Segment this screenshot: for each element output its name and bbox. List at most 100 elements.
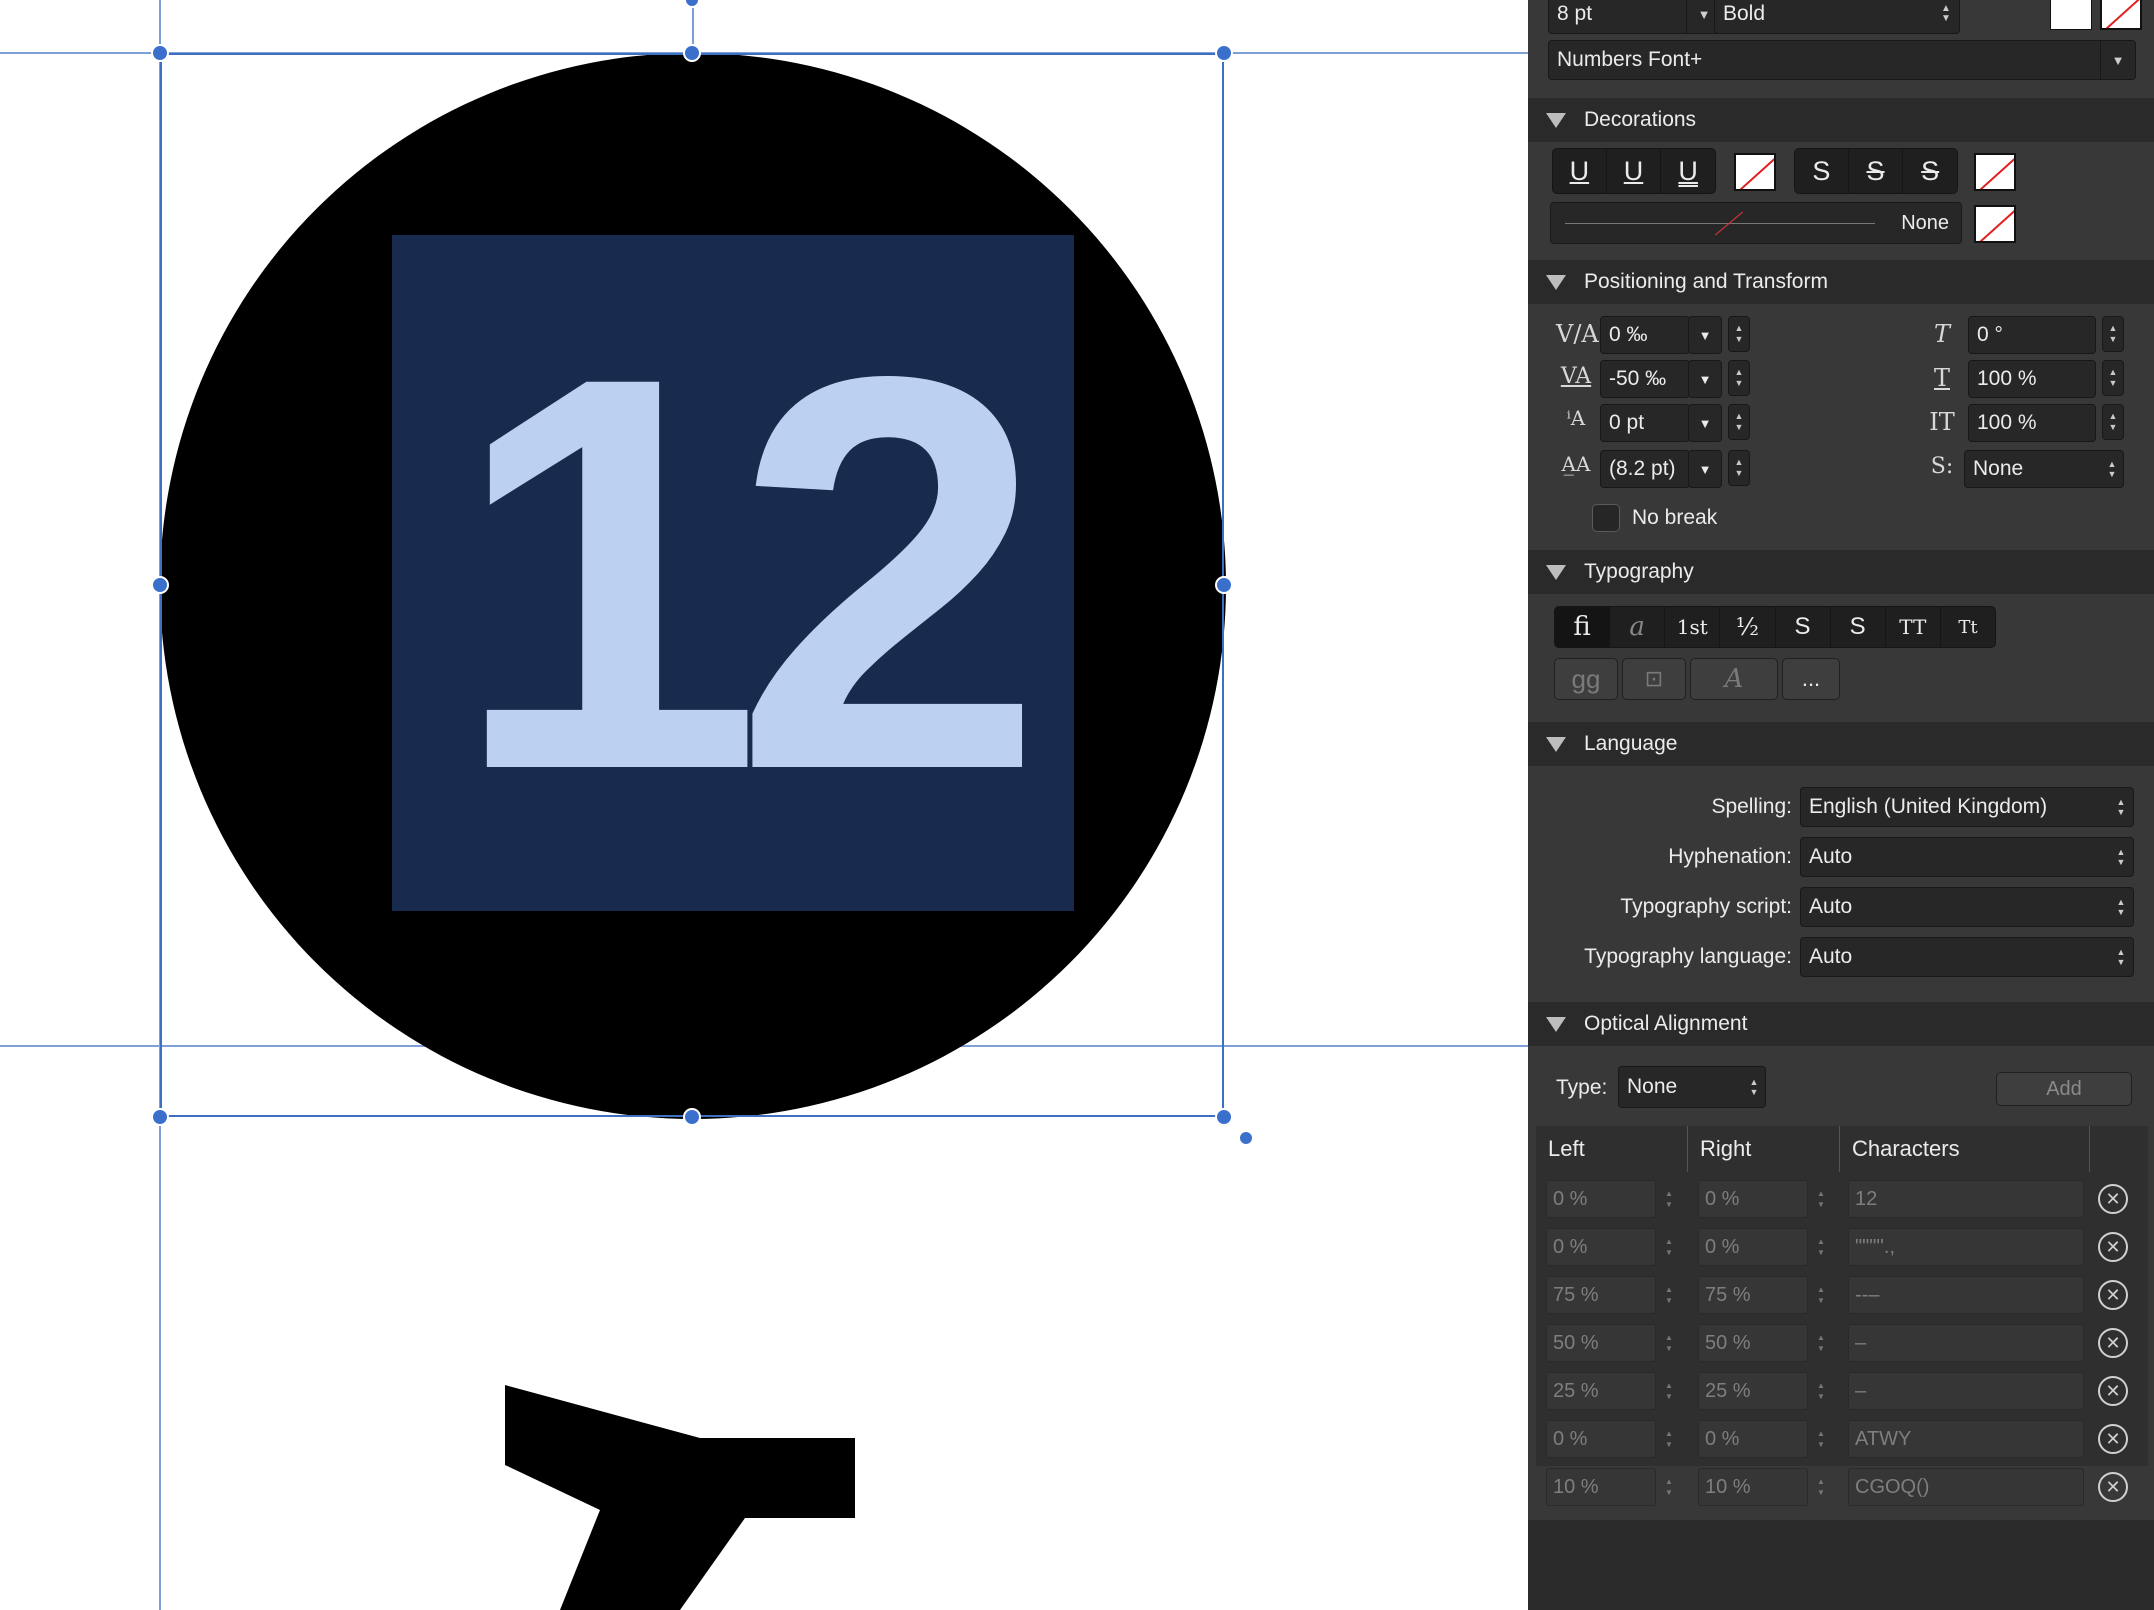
strike-single-button[interactable]: S [1849,149,1904,193]
typography-script-select[interactable]: Auto ▲ ▼ [1800,887,2134,927]
optical-left-stepper[interactable]: ▲ ▼ [1660,1420,1678,1458]
alternates-button[interactable]: a [1610,607,1666,647]
kerning-stepper[interactable]: ▲ ▼ [1728,360,1750,396]
fractions-button[interactable]: ½ [1720,607,1776,647]
horizontal-scale-stepper[interactable]: ▲ ▼ [2102,404,2124,440]
design-canvas[interactable]: 12 [0,0,1528,1610]
resize-handle-bottom-right[interactable] [1215,1108,1233,1126]
leading-dropdown[interactable]: ▼ [1688,450,1722,488]
optical-left-field[interactable]: 50 % [1546,1324,1656,1362]
typography-section-header[interactable]: Typography [1528,550,2154,594]
leading-stepper[interactable]: ▲ ▼ [1728,450,1750,486]
font-weight-select[interactable]: Bold ▲ ▼ [1714,0,1960,34]
optical-left-field[interactable]: 0 % [1546,1180,1656,1218]
optical-left-field[interactable]: 75 % [1546,1276,1656,1314]
optical-left-stepper[interactable]: ▲ ▼ [1660,1276,1678,1314]
optical-right-field[interactable]: 0 % [1698,1180,1808,1218]
optical-right-field[interactable]: 25 % [1698,1372,1808,1410]
glyph-shape-partial[interactable] [490,1360,860,1610]
optical-left-field[interactable]: 0 % [1546,1228,1656,1266]
remove-row-icon[interactable]: ✕ [2098,1472,2128,1502]
resize-handle-left[interactable] [151,576,169,594]
kerning-field[interactable]: -50 ‰ [1600,360,1690,398]
vertical-scale-stepper[interactable]: ▲ ▼ [2102,360,2124,396]
no-break-checkbox[interactable] [1592,504,1620,532]
optical-left-stepper[interactable]: ▲ ▼ [1660,1228,1678,1266]
ligatures-button[interactable]: fi [1555,607,1611,647]
kerning-dropdown[interactable]: ▼ [1688,360,1722,398]
column-header-characters[interactable]: Characters [1840,1126,2090,1172]
column-header-right[interactable]: Right [1688,1126,1840,1172]
small-caps-button[interactable]: Tt [1941,607,1995,647]
spelling-select[interactable]: English (United Kingdom) ▲ ▼ [1800,787,2134,827]
remove-row-icon[interactable]: ✕ [2098,1376,2128,1406]
baseline-dropdown[interactable]: ▼ [1688,404,1722,442]
all-caps-button[interactable]: TT [1886,607,1941,647]
anchor-handle[interactable] [684,0,700,8]
rotation-handle[interactable] [1238,1130,1254,1146]
resize-handle-top-right[interactable] [1215,44,1233,62]
strike-color-swatch-none[interactable] [1974,153,2016,191]
tracking-stepper[interactable]: ▲ ▼ [1728,316,1750,352]
tracking-field[interactable]: 0 ‰ [1600,316,1690,354]
style-set-select[interactable]: None ▲ ▼ [1964,450,2124,488]
vertical-scale-field[interactable]: 100 % [1968,360,2096,398]
optical-characters-field[interactable]: ATWY [1848,1420,2084,1458]
optical-left-field[interactable]: 25 % [1546,1372,1656,1410]
typography-language-select[interactable]: Auto ▲ ▼ [1800,937,2134,977]
font-feature-select[interactable]: Numbers Font+ ▼ [1548,40,2136,80]
swash-icon[interactable]: A [1690,658,1778,700]
tracking-dropdown[interactable]: ▼ [1688,316,1722,354]
line-color-swatch-none[interactable] [1974,205,2016,243]
underline-double-button[interactable]: U [1607,149,1662,193]
optical-characters-field[interactable]: --– [1848,1276,2084,1314]
optical-right-stepper[interactable]: ▲ ▼ [1812,1228,1830,1266]
optical-characters-field[interactable]: """''., [1848,1228,2084,1266]
superscript-button[interactable]: S [1776,607,1831,647]
optical-left-stepper[interactable]: ▲ ▼ [1660,1324,1678,1362]
optical-right-stepper[interactable]: ▲ ▼ [1812,1372,1830,1410]
hyphenation-select[interactable]: Auto ▲ ▼ [1800,837,2134,877]
resize-handle-bottom-left[interactable] [151,1108,169,1126]
optical-left-field[interactable]: 10 % [1546,1468,1656,1506]
strike-none-button[interactable]: S [1795,149,1849,193]
language-section-header[interactable]: Language [1528,722,2154,766]
remove-row-icon[interactable]: ✕ [2098,1184,2128,1214]
optical-alignment-section-header[interactable]: Optical Alignment [1528,1002,2154,1046]
remove-row-icon[interactable]: ✕ [2098,1280,2128,1310]
optical-right-field[interactable]: 0 % [1698,1228,1808,1266]
optical-right-stepper[interactable]: ▲ ▼ [1812,1180,1830,1218]
decorations-section-header[interactable]: Decorations [1528,98,2154,142]
positioning-section-header[interactable]: Positioning and Transform [1528,260,2154,304]
more-typography-button[interactable]: ... [1782,658,1840,700]
optical-right-field[interactable]: 75 % [1698,1276,1808,1314]
text-fill-swatch[interactable] [2050,0,2092,30]
leading-field[interactable]: (8.2 pt) [1600,450,1690,488]
optical-left-stepper[interactable]: ▲ ▼ [1660,1468,1678,1506]
optical-right-stepper[interactable]: ▲ ▼ [1812,1420,1830,1458]
optical-characters-field[interactable]: CGOQ() [1848,1468,2084,1506]
optical-right-field[interactable]: 10 % [1698,1468,1808,1506]
resize-handle-top-left[interactable] [151,44,169,62]
optical-characters-field[interactable]: – [1848,1372,2084,1410]
remove-row-icon[interactable]: ✕ [2098,1424,2128,1454]
ordinals-button[interactable]: 1st [1665,607,1721,647]
resize-handle-bottom[interactable] [683,1108,701,1126]
optical-right-field[interactable]: 50 % [1698,1324,1808,1362]
optical-right-field[interactable]: 0 % [1698,1420,1808,1458]
strike-double-button[interactable]: S [1903,149,1957,193]
font-size-field[interactable]: 8 pt ▼ [1548,0,1722,34]
optical-right-stepper[interactable]: ▲ ▼ [1812,1324,1830,1362]
shear-stepper[interactable]: ▲ ▼ [2102,316,2124,352]
resize-handle-top[interactable] [683,44,701,62]
shear-field[interactable]: 0 ° [1968,316,2096,354]
resize-handle-right[interactable] [1215,576,1233,594]
remove-row-icon[interactable]: ✕ [2098,1328,2128,1358]
optical-right-stepper[interactable]: ▲ ▼ [1812,1276,1830,1314]
contextual-alternates-icon[interactable]: ⊡ [1622,658,1686,700]
optical-type-select[interactable]: None ▲ ▼ [1618,1066,1766,1108]
dropdown-arrow-icon[interactable]: ▼ [2100,41,2135,79]
baseline-stepper[interactable]: ▲ ▼ [1728,404,1750,440]
line-style-select[interactable]: None [1550,202,1962,244]
optical-left-stepper[interactable]: ▲ ▼ [1660,1372,1678,1410]
